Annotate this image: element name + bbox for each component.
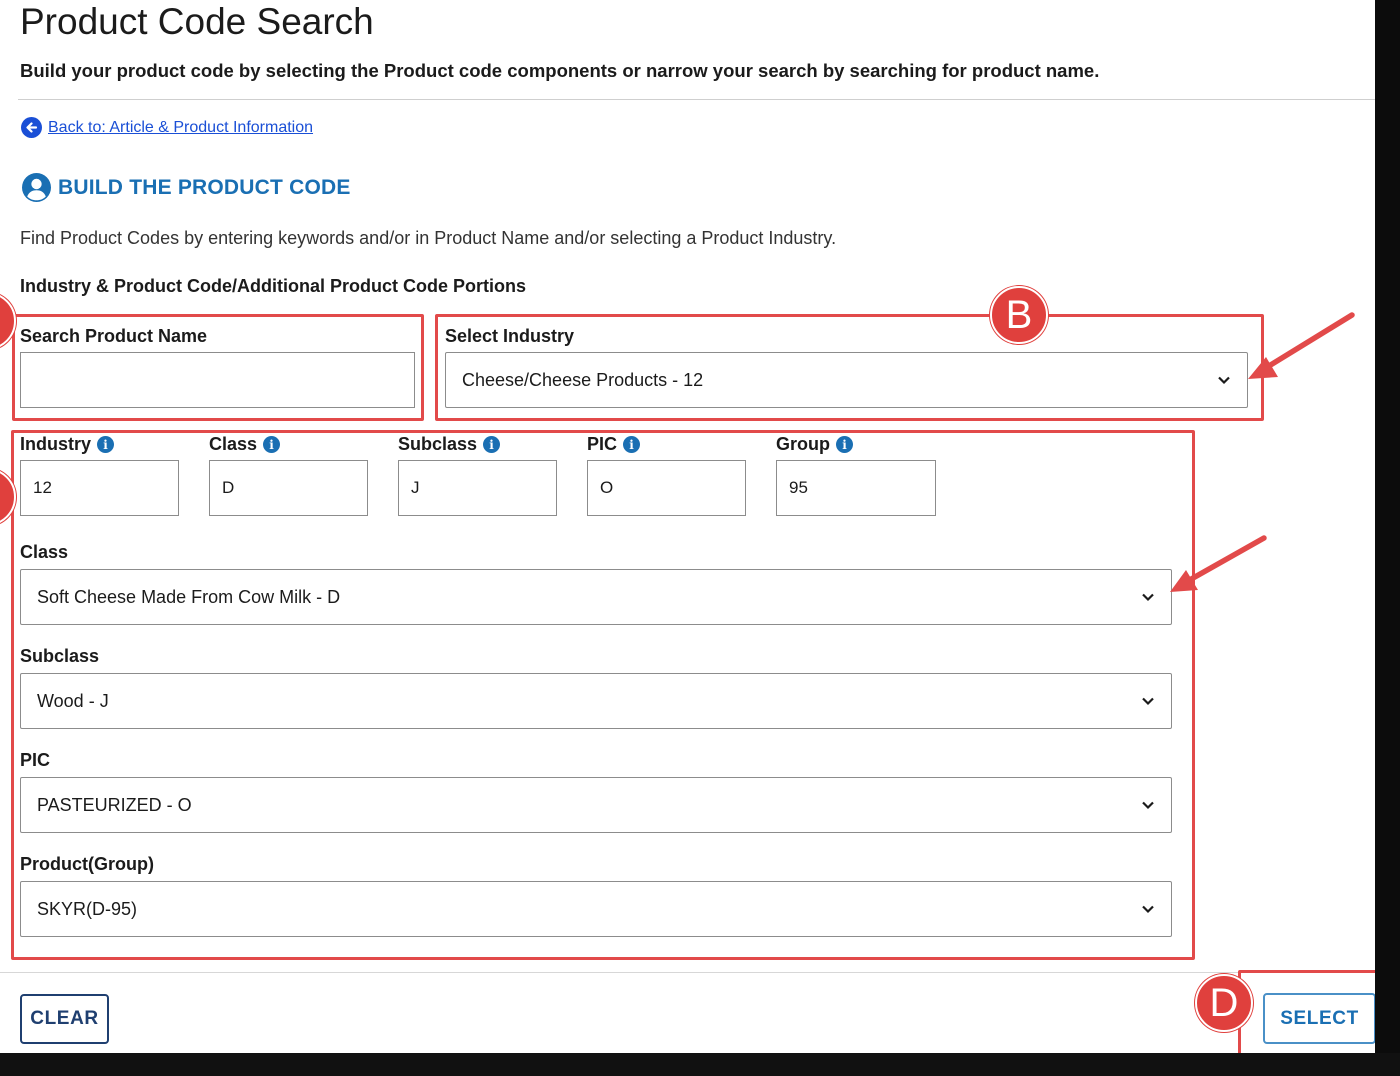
arrow-left-circle-icon	[21, 117, 42, 138]
divider	[0, 972, 1375, 973]
page-title: Product Code Search	[20, 1, 374, 42]
annotation-box-d	[1238, 970, 1375, 1053]
section-header: BUILD THE PRODUCT CODE	[22, 173, 351, 202]
annotation-marker-b-label: B	[1005, 292, 1033, 337]
group-label: Industry & Product Code/Additional Produ…	[20, 276, 527, 296]
section-title: BUILD THE PRODUCT CODE	[58, 175, 351, 199]
page: Product Code Search Build your product c…	[0, 0, 1375, 1053]
annotation-marker-d: D	[1195, 974, 1253, 1032]
person-circle-icon	[22, 173, 51, 202]
annotation-marker-d-label: D	[1209, 980, 1239, 1025]
annotation-box-b	[435, 314, 1264, 421]
annotation-box-c	[11, 430, 1195, 960]
annotation-marker-b: B	[990, 286, 1048, 344]
divider	[18, 99, 1375, 100]
page-subtitle: Build your product code by selecting the…	[20, 60, 1100, 81]
window-edge	[1375, 0, 1400, 1053]
annotation-arrow-icon	[1170, 535, 1267, 592]
annotation-box-a	[12, 314, 424, 421]
annotation-arrow-icon	[1248, 312, 1355, 379]
back-link[interactable]: Back to: Article & Product Information	[21, 117, 313, 138]
intro-text: Find Product Codes by entering keywords …	[20, 228, 837, 248]
clear-button[interactable]: CLEAR	[20, 994, 109, 1044]
back-link-label[interactable]: Back to: Article & Product Information	[48, 119, 313, 137]
